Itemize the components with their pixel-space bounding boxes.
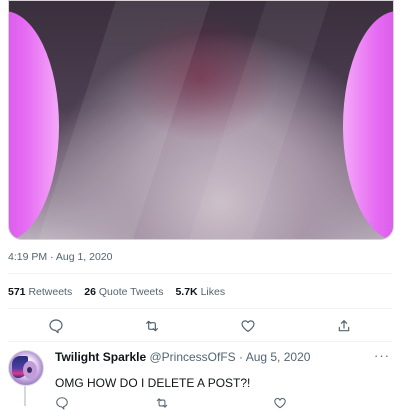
reply-icon xyxy=(49,319,63,334)
reply-button[interactable] xyxy=(46,316,66,336)
reply-handle[interactable]: @PrincessOfFS xyxy=(149,350,235,364)
reply-text: OMG HOW DO I DELETE A POST?! xyxy=(55,376,251,390)
tweet-media-image[interactable] xyxy=(8,0,394,240)
reply-reply-icon[interactable] xyxy=(55,396,69,410)
separator-dot: · xyxy=(239,350,244,364)
like-icon xyxy=(241,320,255,332)
divider xyxy=(8,341,392,342)
avatar[interactable] xyxy=(8,350,44,386)
divider xyxy=(8,308,392,309)
retweets-count: 571 xyxy=(8,286,26,298)
likes-count: 5.7K xyxy=(175,286,198,298)
reply-like-icon[interactable] xyxy=(273,396,287,410)
quotes-stat[interactable]: 26 Quote Tweets xyxy=(84,286,163,298)
like-button[interactable] xyxy=(238,316,258,336)
tweet-timestamp[interactable]: 4:19 PM · Aug 1, 2020 xyxy=(8,251,113,263)
reply-tweet[interactable]: Twilight Sparkle @PrincessOfFS · Aug 5, … xyxy=(0,344,400,410)
media-right-glow xyxy=(343,11,393,239)
reply-retweet-icon[interactable] xyxy=(155,396,169,410)
thread-line xyxy=(24,386,26,406)
likes-label: Likes xyxy=(200,286,226,298)
reply-display-name[interactable]: Twilight Sparkle xyxy=(55,350,146,364)
likes-stat[interactable]: 5.7K Likes xyxy=(175,286,225,298)
share-button[interactable] xyxy=(334,316,354,336)
tweet-actions xyxy=(8,316,392,336)
quotes-count: 26 xyxy=(84,286,96,298)
tweet-stats: 571 Retweets 26 Quote Tweets 5.7K Likes xyxy=(8,286,225,298)
reply-date[interactable]: Aug 5, 2020 xyxy=(246,350,311,364)
reply-actions xyxy=(55,396,315,410)
more-options-icon[interactable]: ··· xyxy=(374,348,390,363)
share-icon xyxy=(338,320,350,332)
reply-header: Twilight Sparkle @PrincessOfFS · Aug 5, … xyxy=(55,350,310,364)
retweet-button[interactable] xyxy=(142,316,162,336)
quotes-label: Quote Tweets xyxy=(98,286,164,298)
media-shine xyxy=(37,1,211,239)
retweets-stat[interactable]: 571 Retweets xyxy=(8,286,72,298)
media-shine xyxy=(187,1,331,239)
retweets-label: Retweets xyxy=(28,286,73,298)
avatar-eye xyxy=(27,367,32,373)
retweet-icon xyxy=(146,320,158,332)
divider xyxy=(8,273,392,274)
